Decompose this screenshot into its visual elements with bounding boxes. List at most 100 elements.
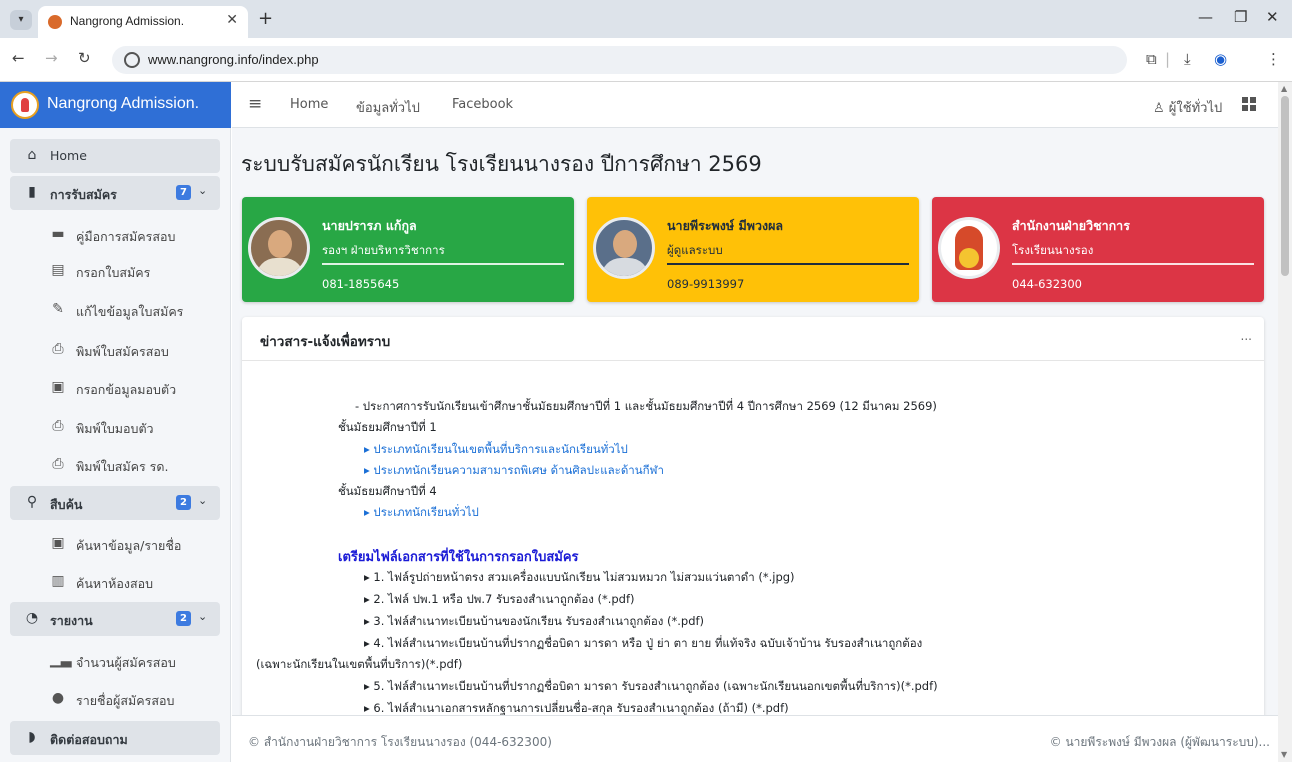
link-m1-special[interactable]: ▸ ประเภทนักเรียนความสามารถพิเศษ ด้านศิลป…: [364, 462, 664, 480]
page-title: ระบบรับสมัครนักเรียน โรงเรียนนางรอง ปีกา…: [241, 152, 762, 176]
document-item: ▸ 5. ไฟล์สำเนาทะเบียนบ้านที่ปรากฏชื่อบิด…: [364, 679, 938, 693]
m4-heading: ชั้นมัธยมศึกษาปีที่ 4: [338, 484, 437, 498]
sidebar-item-print-rd[interactable]: ⎙ พิมพ์ใบสมัคร รด.: [10, 448, 220, 482]
extensions-icon[interactable]: ⧉: [1146, 50, 1157, 68]
book-icon: ▬: [51, 226, 65, 242]
card-tools-button[interactable]: ...: [1241, 329, 1252, 343]
menu-dots-icon[interactable]: ⋮: [1266, 50, 1281, 68]
contact-phone: 081-1855645: [322, 277, 400, 291]
sidebar-item-label: จำนวนผู้สมัครสอบ: [76, 655, 176, 670]
count-badge: 7: [176, 185, 191, 200]
nav-link-facebook[interactable]: Facebook: [452, 97, 513, 112]
sidebar-item-contact[interactable]: ◗ ติดต่อสอบถาม: [10, 721, 220, 755]
sidebar-item-search[interactable]: ⚲ สืบค้น 2 ⌄: [10, 486, 220, 520]
minimize-icon[interactable]: —: [1198, 8, 1213, 26]
contact-role: ผู้ดูแลระบบ: [667, 243, 723, 257]
sidebar-item-manual[interactable]: ▬ คู่มือการสมัครสอบ: [10, 218, 220, 252]
download-icon[interactable]: ⤓: [1184, 50, 1191, 68]
sidebar-item-search-rooms[interactable]: ▥ ค้นหาห้องสอบ: [10, 565, 220, 599]
nav-link-general-info[interactable]: ข้อมูลทั่วไป: [356, 97, 420, 118]
users-icon: ●: [51, 690, 65, 706]
sidebar-item-label: ค้นหาข้อมูล/รายชื่อ: [76, 538, 182, 553]
menu-toggle-icon[interactable]: ≡: [248, 94, 262, 114]
sidebar-item-applicant-count[interactable]: ▁▃ จำนวนผู้สมัครสอบ: [10, 644, 220, 678]
new-tab-button[interactable]: +: [258, 8, 273, 29]
school-seal-icon: [938, 217, 1000, 279]
sidebar-item-label: พิมพ์ใบสมัคร รด.: [76, 459, 169, 474]
apps-grid-icon[interactable]: [1242, 97, 1256, 111]
address-bar[interactable]: www.nangrong.info/index.php: [112, 46, 1127, 74]
sidebar-item-fill-form[interactable]: ▤ กรอกใบสมัคร: [10, 254, 220, 288]
avatar: [593, 217, 655, 279]
forward-icon[interactable]: →: [45, 49, 58, 67]
contact-phone: 044-632300: [1012, 277, 1082, 291]
sidebar-item-label: รายชื่อผู้สมัครสอบ: [76, 693, 175, 708]
sidebar-item-label: Home: [50, 148, 87, 163]
sidebar-item-applicant-list[interactable]: ● รายชื่อผู้สมัครสอบ: [10, 682, 220, 716]
document-item: ▸ 4. ไฟล์สำเนาทะเบียนบ้านที่ปรากฏชื่อบิด…: [364, 636, 923, 650]
sidebar-item-label: กรอกข้อมูลมอบตัว: [76, 382, 177, 397]
print-icon: ⎙: [52, 418, 64, 434]
brand-text: Nangrong Admission.: [47, 95, 200, 112]
site-info-icon[interactable]: [124, 52, 140, 68]
sidebar-item-admission[interactable]: ▮ การรับสมัคร 7 ⌄: [10, 176, 220, 210]
sidebar-item-label: การรับสมัคร: [50, 187, 117, 202]
contact-name: นายพีระพงษ์ มีพวงผล: [667, 218, 784, 233]
info-box-system-admin: นายพีระพงษ์ มีพวงผล ผู้ดูแลระบบ 089-9913…: [587, 197, 919, 302]
url-text[interactable]: www.nangrong.info/index.php: [148, 52, 319, 67]
sidebar-item-label: รายงาน: [50, 613, 93, 628]
building-icon: ▥: [51, 573, 65, 589]
browser-tab[interactable]: Nangrong Admission. ✕: [38, 6, 248, 38]
sidebar-item-print-enrollment[interactable]: ⎙ พิมพ์ใบมอบตัว: [10, 410, 220, 444]
scroll-up-icon[interactable]: ▲: [1281, 84, 1287, 93]
contact-phone: 089-9913997: [667, 277, 745, 291]
info-box-academic-office: สำนักงานฝ่ายวิชาการ โรงเรียนนางรอง 044-6…: [932, 197, 1264, 302]
contact-name: นายปรารภ แก้กูล: [322, 218, 417, 233]
tab-title: Nangrong Admission.: [70, 14, 185, 28]
card-header: ข่าวสาร-แจ้งเพื่อทราบ ...: [242, 317, 1264, 361]
document-item: ▸ 3. ไฟล์สำเนาทะเบียนบ้านของนักเรียน รับ…: [364, 614, 705, 628]
contact-role: โรงเรียนนางรอง: [1012, 243, 1094, 257]
chevron-down-icon: ⌄: [198, 184, 208, 197]
print-icon: ⎙: [52, 456, 64, 472]
scroll-down-icon[interactable]: ▼: [1281, 750, 1287, 759]
sidebar-item-home[interactable]: ⌂ Home: [10, 139, 220, 173]
news-card: ข่าวสาร-แจ้งเพื่อทราบ ... - ประกาศการรับ…: [242, 317, 1264, 715]
link-m4-general[interactable]: ▸ ประเภทนักเรียนทั่วไป: [364, 504, 479, 522]
user-menu-link[interactable]: ♙ ผู้ใช้ทั่วไป: [1153, 97, 1222, 118]
sidebar-item-enrollment-form[interactable]: ▣ กรอกข้อมูลมอบตัว: [10, 371, 220, 405]
browser-toolbar: ← → ↻ www.nangrong.info/index.php ⧉ | ⤓ …: [0, 38, 1292, 82]
sidebar-item-label: ติดต่อสอบถาม: [50, 732, 128, 747]
back-icon[interactable]: ←: [12, 49, 25, 67]
sidebar-item-label: คู่มือการสมัครสอบ: [76, 229, 176, 244]
contact-icon: ▣: [51, 535, 65, 551]
avatar: [248, 217, 310, 279]
info-box-academic-deputy: นายปรารภ แก้กูล รองฯ ฝ่ายบริหารวิชาการ 0…: [242, 197, 574, 302]
scroll-thumb[interactable]: [1281, 96, 1289, 276]
close-window-icon[interactable]: ✕: [1266, 8, 1279, 26]
close-tab-icon[interactable]: ✕: [226, 12, 238, 28]
favicon-icon: [48, 15, 62, 29]
sidebar-item-label: สืบค้น: [50, 497, 83, 512]
chevron-down-icon: ⌄: [198, 610, 208, 623]
nav-link-home[interactable]: Home: [290, 97, 328, 112]
home-icon: ⌂: [27, 147, 37, 163]
sidebar-item-label: ค้นหาห้องสอบ: [76, 576, 154, 591]
form-icon: ▤: [51, 262, 65, 278]
link-m1-general[interactable]: ▸ ประเภทนักเรียนในเขตพื้นที่บริการและนัก…: [364, 441, 628, 459]
edit-icon: ✎: [52, 301, 64, 317]
profile-icon[interactable]: ◉: [1214, 50, 1227, 68]
sidebar: Nangrong Admission. ⌂ Home ▮ การรับสมัคร…: [0, 82, 231, 762]
sidebar-item-search-names[interactable]: ▣ ค้นหาข้อมูล/รายชื่อ: [10, 527, 220, 561]
page-scrollbar[interactable]: ▲ ▼: [1278, 82, 1292, 762]
sidebar-item-edit-form[interactable]: ✎ แก้ไขข้อมูลใบสมัคร: [10, 293, 220, 327]
tab-search-button[interactable]: ▾: [10, 10, 32, 30]
restore-icon[interactable]: ❐: [1234, 8, 1247, 26]
reload-icon[interactable]: ↻: [78, 49, 91, 67]
sidebar-item-print-application[interactable]: ⎙ พิมพ์ใบสมัครสอบ: [10, 333, 220, 367]
footer-copyright: © สำนักงานฝ่ายวิชาการ โรงเรียนนางรอง (04…: [248, 735, 552, 749]
count-badge: 2: [176, 495, 191, 510]
sidebar-item-reports[interactable]: ◔ รายงาน 2 ⌄: [10, 602, 220, 636]
sidebar-item-label: พิมพ์ใบมอบตัว: [76, 421, 154, 436]
brand-link[interactable]: Nangrong Admission.: [0, 82, 231, 128]
